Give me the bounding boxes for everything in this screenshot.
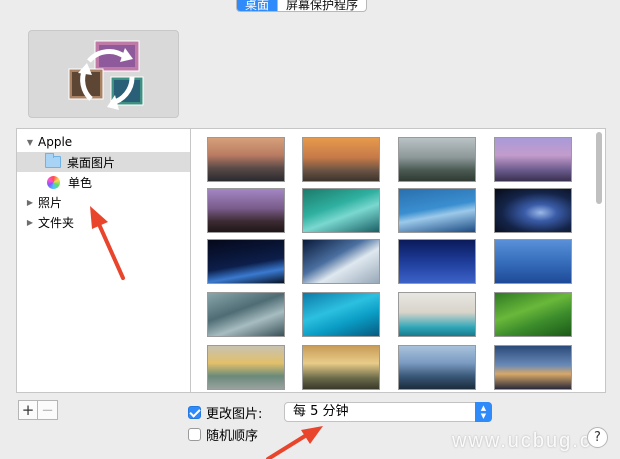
add-remove-group: + −: [18, 400, 58, 422]
change-picture-checkbox[interactable]: 更改图片:: [188, 403, 262, 422]
wallpaper-thumbnail[interactable]: [302, 239, 380, 284]
watermark-text: www.ucbug.cc: [452, 430, 604, 452]
sidebar-item-label: 单色: [68, 175, 93, 190]
grid-scrollbar[interactable]: [596, 132, 602, 204]
wallpaper-thumbnail[interactable]: [207, 345, 285, 390]
wallpaper-thumbnail[interactable]: [398, 345, 476, 390]
sidebar-item-desktop-pictures[interactable]: 桌面图片: [17, 152, 190, 172]
annotation-arrow-interval: [266, 426, 323, 459]
current-wallpaper-preview: [28, 30, 179, 118]
sidebar-item-label: 文件夹: [38, 215, 75, 230]
sidebar-item-photos[interactable]: ▶ 照片: [17, 192, 190, 212]
wallpaper-thumbnail[interactable]: [398, 188, 476, 233]
wallpaper-thumbnail[interactable]: [302, 137, 380, 182]
help-button[interactable]: ?: [587, 427, 608, 448]
disclosure-open-icon[interactable]: ▼: [25, 138, 35, 147]
wallpaper-thumbnail[interactable]: [398, 239, 476, 284]
sidebar-item-label: Apple: [38, 135, 73, 149]
tab-bar: 桌面 屏幕保护程序: [236, 0, 368, 12]
random-order-label: 随机顺序: [206, 429, 259, 444]
wallpaper-thumbnail[interactable]: [494, 137, 572, 182]
disclosure-closed-icon[interactable]: ▶: [25, 198, 35, 207]
checkbox-unchecked-icon[interactable]: [188, 428, 201, 441]
wallpaper-thumbnail[interactable]: [207, 137, 285, 182]
wallpaper-thumbnail[interactable]: [494, 239, 572, 284]
interval-select[interactable]: 每 5 分钟 ▲ ▼: [284, 402, 492, 422]
wallpaper-thumbnail[interactable]: [207, 188, 285, 233]
remove-folder-button[interactable]: −: [38, 400, 58, 420]
wallpaper-thumbnail[interactable]: [494, 345, 572, 390]
wallpaper-thumbnail[interactable]: [302, 345, 380, 390]
wallpaper-grid: [190, 128, 606, 393]
sidebar-item-label: 桌面图片: [67, 155, 116, 170]
sidebar-item-label: 照片: [38, 195, 63, 210]
color-wheel-icon: [47, 175, 60, 189]
change-picture-label: 更改图片:: [206, 407, 263, 422]
wallpaper-thumbnail[interactable]: [494, 292, 572, 337]
chevron-up-down-icon[interactable]: ▲ ▼: [475, 402, 492, 422]
tab-screen-saver[interactable]: 屏幕保护程序: [277, 0, 366, 11]
wallpaper-thumbnail[interactable]: [207, 292, 285, 337]
interval-value: 每 5 分钟: [293, 404, 349, 419]
folder-icon: [45, 153, 61, 168]
wallpaper-thumbnail[interactable]: [398, 137, 476, 182]
wallpaper-thumbnail[interactable]: [494, 188, 572, 233]
wallpaper-thumbnail[interactable]: [207, 239, 285, 284]
wallpaper-thumbnail[interactable]: [398, 292, 476, 337]
wallpaper-thumbnail[interactable]: [302, 292, 380, 337]
sidebar-item-solid-colors[interactable]: 单色: [17, 172, 190, 192]
tab-desktop[interactable]: 桌面: [237, 0, 278, 11]
rotating-photos-icon: [68, 40, 144, 110]
checkbox-checked-icon[interactable]: [188, 406, 201, 419]
wallpaper-thumbnail[interactable]: [302, 188, 380, 233]
sidebar-item-folders[interactable]: ▶ 文件夹: [17, 212, 190, 232]
sidebar-item-apple[interactable]: ▼ Apple: [17, 132, 190, 152]
disclosure-closed-icon[interactable]: ▶: [25, 218, 35, 227]
random-order-checkbox[interactable]: 随机顺序: [188, 425, 258, 444]
source-list: ▼ Apple 桌面图片 单色 ▶ 照片 ▶ 文件夹: [16, 128, 190, 393]
add-folder-button[interactable]: +: [18, 400, 38, 420]
